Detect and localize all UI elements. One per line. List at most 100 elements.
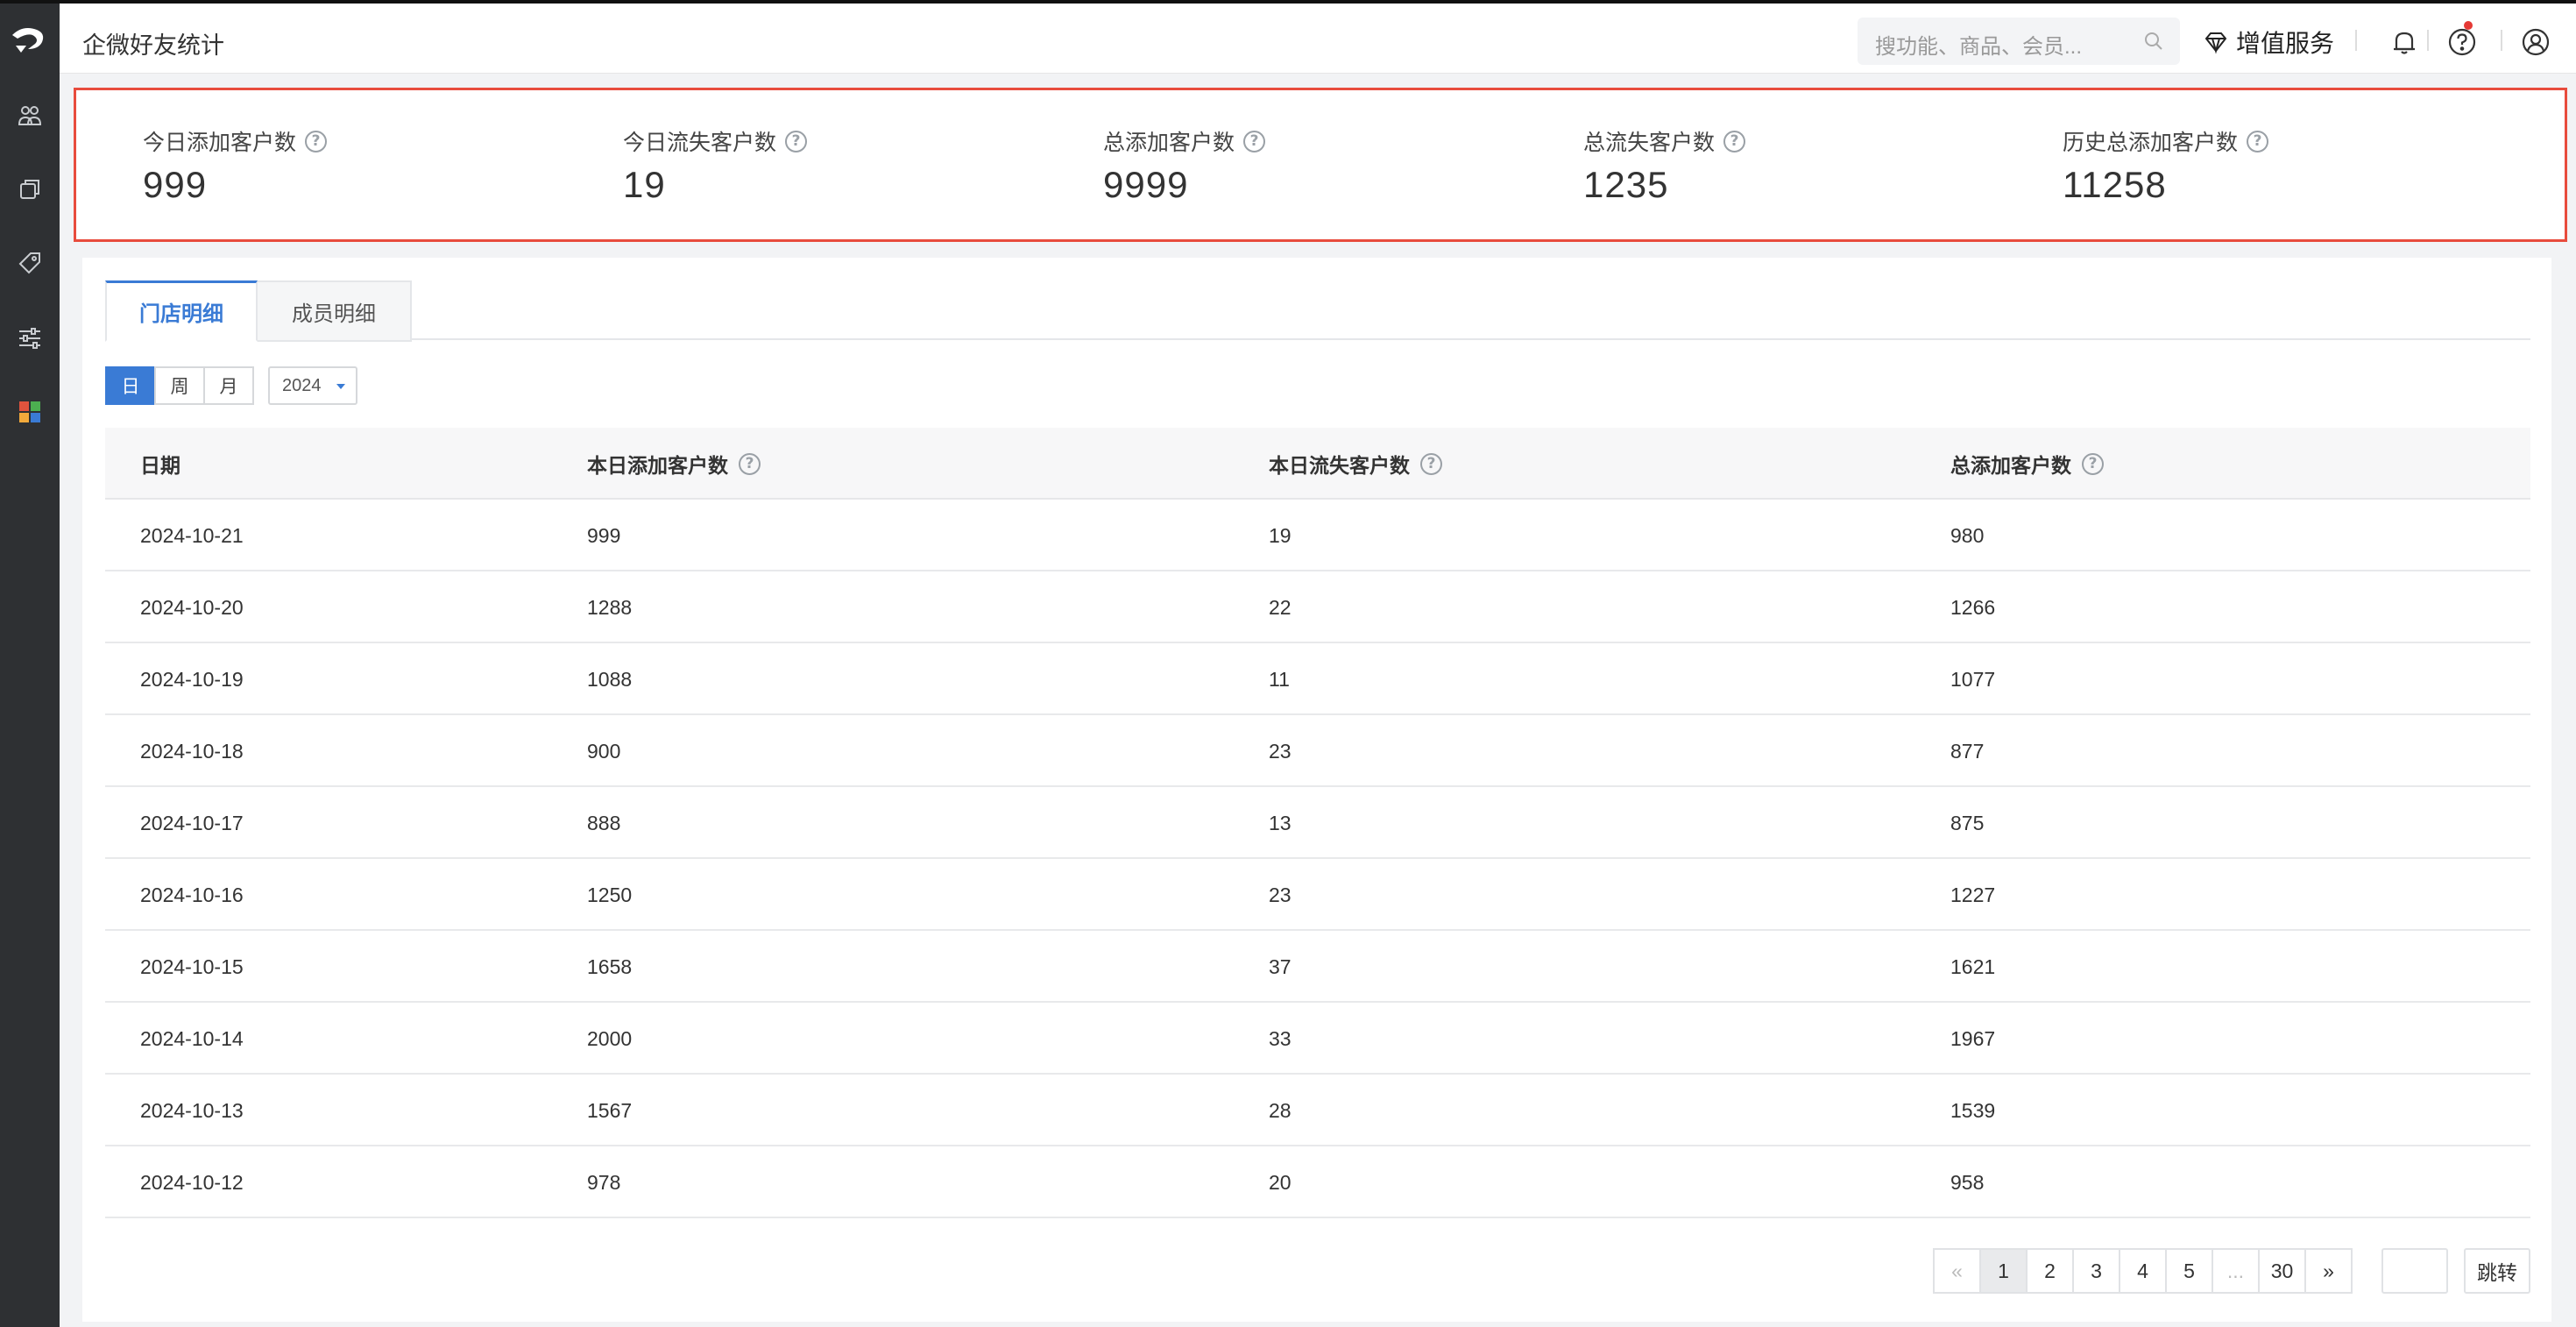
help-icon[interactable]: ? [739,452,761,475]
page-button-2[interactable]: 2 [2026,1248,2074,1294]
copy-icon[interactable] [16,175,44,203]
top-header: 企微好友统计 搜功能、商品、会员... 增值服务 [60,0,2576,74]
jump-button[interactable]: 跳转 [2464,1248,2530,1294]
cell-day-lost: 22 [1269,595,1292,619]
cell-day-added: 888 [587,811,621,834]
header-divider [2355,30,2357,51]
cell-day-lost: 11 [1269,667,1290,691]
col-header-total-added: 总添加客户数? [1950,428,2104,500]
page-ellipsis: ... [2212,1248,2260,1294]
table-row: 2024-10-12 978 20 958 [105,1146,2530,1218]
help-icon[interactable]: ? [2247,130,2269,153]
year-select-value: 2024 [282,375,322,395]
search-icon[interactable] [2143,31,2164,52]
help-icon[interactable]: ? [1420,452,1442,475]
period-toggle: 日 周 月 [105,366,254,405]
stat-history-added: 历史总添加客户数? 11258 [2063,125,2269,206]
stat-label: 今日流失客户数 [623,131,777,155]
year-select[interactable]: 2024 [268,366,357,405]
cell-date: 2024-10-21 [140,523,244,547]
help-icon[interactable]: ? [2082,452,2104,475]
stat-label: 总添加客户数 [1103,131,1235,155]
col-header-label: 本日添加客户数 [587,454,728,477]
brand-logo[interactable] [9,23,51,58]
page-button-4[interactable]: 4 [2119,1248,2167,1294]
next-page-button[interactable]: » [2304,1248,2353,1294]
cell-date: 2024-10-20 [140,595,244,619]
value-service-label: 增值服务 [2236,30,2335,57]
period-week-button[interactable]: 周 [154,366,205,405]
cell-total-added: 1621 [1950,954,1996,978]
apps-icon[interactable] [16,398,44,426]
cell-total-added: 1967 [1950,1026,1996,1050]
cell-date: 2024-10-19 [140,667,244,691]
table-row: 2024-10-17 888 13 875 [105,787,2530,859]
cell-day-added: 999 [587,523,621,547]
cell-day-added: 2000 [587,1026,633,1050]
cell-day-added: 1250 [587,883,633,906]
cell-day-lost: 28 [1269,1098,1292,1122]
cell-total-added: 980 [1950,523,1985,547]
tab-store-detail[interactable]: 门店明细 [105,280,258,342]
sidebar [0,0,60,1327]
jump-page-input[interactable] [2381,1248,2448,1294]
customers-icon[interactable] [16,102,44,130]
diamond-icon [2204,32,2227,54]
table-row: 2024-10-15 1658 37 1621 [105,931,2530,1003]
period-month-button[interactable]: 月 [203,366,254,405]
stat-value: 999 [143,164,208,205]
cell-date: 2024-10-16 [140,883,244,906]
tag-icon[interactable] [16,249,44,277]
cell-date: 2024-10-18 [140,739,244,763]
help-icon[interactable] [2446,26,2478,58]
page-button-last[interactable]: 30 [2258,1248,2306,1294]
cell-day-lost: 37 [1269,954,1292,978]
cell-total-added: 875 [1950,811,1985,834]
help-icon[interactable]: ? [305,130,328,153]
prev-page-button[interactable]: « [1933,1248,1981,1294]
table-row: 2024-10-13 1567 28 1539 [105,1075,2530,1146]
stats-summary: 今日添加客户数? 999 今日流失客户数? 19 总添加客户数? 9999 总流… [74,88,2567,242]
page-button-1[interactable]: 1 [1979,1248,2028,1294]
cell-day-added: 1567 [587,1098,633,1122]
cell-total-added: 1266 [1950,595,1996,619]
col-header-date: 日期 [140,428,180,500]
cell-day-lost: 20 [1269,1170,1292,1194]
help-icon[interactable]: ? [1723,130,1746,153]
cell-day-added: 1658 [587,954,633,978]
stat-today-lost: 今日流失客户数? 19 [623,125,808,206]
page-button-3[interactable]: 3 [2072,1248,2120,1294]
stat-label: 今日添加客户数 [143,131,297,155]
page-title: 企微好友统计 [82,32,224,59]
stat-label: 历史总添加客户数 [2063,131,2239,155]
cell-day-added: 1088 [587,667,633,691]
cell-date: 2024-10-17 [140,811,244,834]
header-divider [2501,30,2502,51]
cell-total-added: 1227 [1950,883,1996,906]
detail-tabs: 门店明细 成员明细 [105,280,2530,342]
col-header-day-lost: 本日流失客户数? [1269,428,1442,500]
caret-down-icon [336,384,345,389]
bell-icon[interactable] [2388,26,2420,58]
cell-day-lost: 19 [1269,523,1292,547]
period-day-button[interactable]: 日 [105,366,156,405]
table-row: 2024-10-19 1088 11 1077 [105,643,2530,715]
tab-member-detail[interactable]: 成员明细 [258,280,412,342]
search-input[interactable]: 搜功能、商品、会员... [1875,29,2082,60]
help-icon[interactable]: ? [785,130,808,153]
table-row: 2024-10-14 2000 33 1967 [105,1003,2530,1075]
cell-date: 2024-10-13 [140,1098,244,1122]
help-icon[interactable]: ? [1243,130,1266,153]
stat-total-added: 总添加客户数? 9999 [1103,125,1266,206]
table-row: 2024-10-21 999 19 980 [105,500,2530,571]
sliders-icon[interactable] [16,324,44,352]
value-service-button[interactable]: 增值服务 [2203,25,2334,60]
cell-day-lost: 13 [1269,811,1292,834]
cell-total-added: 877 [1950,739,1985,763]
col-header-label: 日期 [140,454,180,477]
stat-label: 总流失客户数 [1583,131,1716,155]
page-button-5[interactable]: 5 [2165,1248,2213,1294]
search-box[interactable]: 搜功能、商品、会员... [1858,18,2180,65]
cell-date: 2024-10-14 [140,1026,244,1050]
user-icon[interactable] [2520,26,2551,58]
